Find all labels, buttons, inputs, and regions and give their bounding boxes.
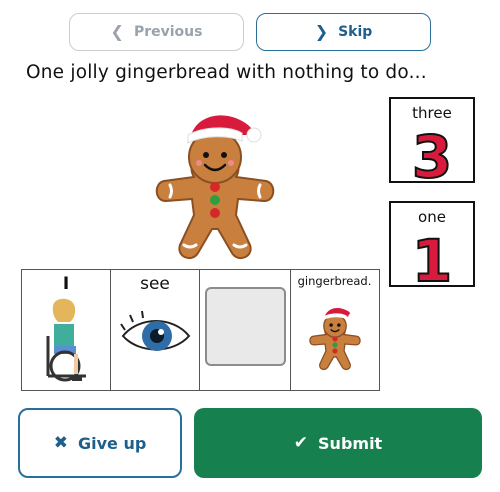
numeral-three: 3 [411, 122, 453, 183]
number-card-one[interactable]: one 1 [389, 201, 475, 287]
strip-word: I [62, 274, 70, 294]
strip-cell-gingerbread: gingerbread. [291, 270, 378, 390]
chevron-right-icon: ❯ [314, 22, 329, 41]
submit-button[interactable]: ✔ Submit [194, 408, 482, 478]
strip-word: gingerbread. [297, 274, 372, 288]
strip-cell-i: I [22, 270, 111, 390]
number-card-three[interactable]: three 3 [389, 97, 475, 183]
gingerbread-man-image [155, 115, 275, 260]
strip-cell-see: see [111, 270, 200, 390]
eye-icon [120, 310, 191, 351]
svg-text:1: 1 [412, 227, 452, 287]
strip-cell-blank[interactable] [200, 270, 291, 390]
gingerbread-man-small-icon [309, 308, 361, 371]
x-icon: ✖ [53, 432, 68, 453]
number-word: one [418, 208, 446, 226]
skip-button[interactable]: ❯ Skip [256, 13, 431, 51]
give-up-label: Give up [77, 433, 147, 453]
sentence-title: One jolly gingerbread with nothing to do… [26, 62, 427, 83]
numeral-one: 1 [411, 226, 453, 287]
previous-button[interactable]: ❮ Previous [69, 13, 244, 51]
give-up-button[interactable]: ✖ Give up [18, 408, 182, 478]
sentence-strip: I see gingerbread. [21, 269, 380, 391]
empty-answer-slot[interactable] [205, 287, 286, 366]
child-in-wheelchair-icon [46, 298, 86, 382]
check-icon: ✔ [293, 432, 309, 453]
strip-word: see [140, 274, 170, 294]
svg-text:3: 3 [412, 123, 452, 183]
chevron-left-icon: ❮ [110, 22, 124, 41]
submit-label: Submit [318, 433, 383, 453]
number-word: three [412, 104, 452, 122]
skip-label: Skip [338, 24, 373, 40]
previous-label: Previous [133, 24, 203, 40]
